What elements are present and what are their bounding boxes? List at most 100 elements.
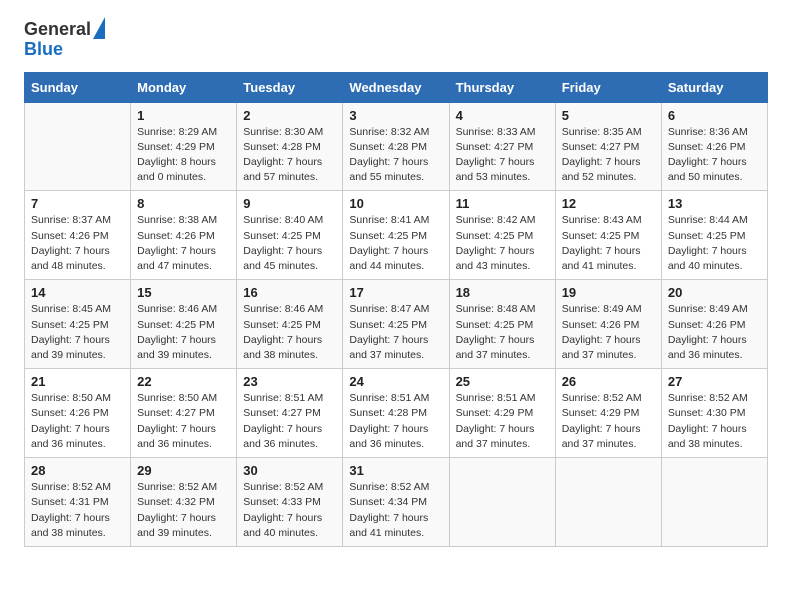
calendar-week-row: 1 Sunrise: 8:29 AMSunset: 4:29 PMDaylight… bbox=[25, 102, 768, 191]
day-number: 20 bbox=[668, 285, 761, 300]
calendar-cell: 22 Sunrise: 8:50 AMSunset: 4:27 PMDayligh… bbox=[131, 369, 237, 458]
day-number: 22 bbox=[137, 374, 230, 389]
day-info: Sunrise: 8:35 AMSunset: 4:27 PMDaylight:… bbox=[562, 125, 655, 186]
day-info: Sunrise: 8:52 AMSunset: 4:34 PMDaylight:… bbox=[349, 480, 442, 541]
calendar-cell: 3 Sunrise: 8:32 AMSunset: 4:28 PMDaylight… bbox=[343, 102, 449, 191]
day-info: Sunrise: 8:49 AMSunset: 4:26 PMDaylight:… bbox=[668, 302, 761, 363]
day-number: 21 bbox=[31, 374, 124, 389]
day-number: 23 bbox=[243, 374, 336, 389]
calendar-cell: 12 Sunrise: 8:43 AMSunset: 4:25 PMDayligh… bbox=[555, 191, 661, 280]
calendar-cell: 27Sunrise: 8:52 AMSunset: 4:30 PMDayligh… bbox=[661, 369, 767, 458]
column-header-sunday: Sunday bbox=[25, 72, 131, 102]
column-header-friday: Friday bbox=[555, 72, 661, 102]
calendar-cell: 6Sunrise: 8:36 AMSunset: 4:26 PMDaylight… bbox=[661, 102, 767, 191]
day-number: 8 bbox=[137, 196, 230, 211]
day-number: 28 bbox=[31, 463, 124, 478]
day-info: Sunrise: 8:43 AMSunset: 4:25 PMDaylight:… bbox=[562, 213, 655, 274]
column-header-tuesday: Tuesday bbox=[237, 72, 343, 102]
calendar-cell: 17 Sunrise: 8:47 AMSunset: 4:25 PMDayligh… bbox=[343, 280, 449, 369]
calendar-cell: 21 Sunrise: 8:50 AMSunset: 4:26 PMDayligh… bbox=[25, 369, 131, 458]
day-info: Sunrise: 8:33 AMSunset: 4:27 PMDaylight:… bbox=[456, 125, 549, 186]
day-info: Sunrise: 8:42 AMSunset: 4:25 PMDaylight:… bbox=[456, 213, 549, 274]
calendar-cell: 28 Sunrise: 8:52 AMSunset: 4:31 PMDayligh… bbox=[25, 458, 131, 547]
calendar-cell: 2Sunrise: 8:30 AMSunset: 4:28 PMDaylight… bbox=[237, 102, 343, 191]
header: General Blue bbox=[24, 20, 768, 60]
calendar-cell: 11Sunrise: 8:42 AMSunset: 4:25 PMDayligh… bbox=[449, 191, 555, 280]
calendar-cell: 24Sunrise: 8:51 AMSunset: 4:28 PMDayligh… bbox=[343, 369, 449, 458]
day-info: Sunrise: 8:37 AMSunset: 4:26 PMDaylight:… bbox=[31, 213, 124, 274]
calendar-cell: 26 Sunrise: 8:52 AMSunset: 4:29 PMDayligh… bbox=[555, 369, 661, 458]
logo: General Blue bbox=[24, 20, 105, 60]
logo-triangle-icon bbox=[93, 17, 105, 39]
column-header-saturday: Saturday bbox=[661, 72, 767, 102]
calendar-cell: 19 Sunrise: 8:49 AMSunset: 4:26 PMDayligh… bbox=[555, 280, 661, 369]
day-number: 7 bbox=[31, 196, 124, 211]
day-number: 14 bbox=[31, 285, 124, 300]
column-header-thursday: Thursday bbox=[449, 72, 555, 102]
calendar-cell: 5 Sunrise: 8:35 AMSunset: 4:27 PMDaylight… bbox=[555, 102, 661, 191]
calendar-week-row: 28 Sunrise: 8:52 AMSunset: 4:31 PMDayligh… bbox=[25, 458, 768, 547]
calendar-week-row: 21 Sunrise: 8:50 AMSunset: 4:26 PMDayligh… bbox=[25, 369, 768, 458]
day-number: 19 bbox=[562, 285, 655, 300]
calendar-cell: 14 Sunrise: 8:45 AMSunset: 4:25 PMDayligh… bbox=[25, 280, 131, 369]
day-info: Sunrise: 8:52 AMSunset: 4:29 PMDaylight:… bbox=[562, 391, 655, 452]
calendar-cell: 15 Sunrise: 8:46 AMSunset: 4:25 PMDayligh… bbox=[131, 280, 237, 369]
day-number: 30 bbox=[243, 463, 336, 478]
calendar-header-row: SundayMondayTuesdayWednesdayThursdayFrid… bbox=[25, 72, 768, 102]
calendar-cell: 30 Sunrise: 8:52 AMSunset: 4:33 PMDayligh… bbox=[237, 458, 343, 547]
column-header-monday: Monday bbox=[131, 72, 237, 102]
day-number: 18 bbox=[456, 285, 549, 300]
day-info: Sunrise: 8:52 AMSunset: 4:33 PMDaylight:… bbox=[243, 480, 336, 541]
day-info: Sunrise: 8:32 AMSunset: 4:28 PMDaylight:… bbox=[349, 125, 442, 186]
day-info: Sunrise: 8:46 AMSunset: 4:25 PMDaylight:… bbox=[137, 302, 230, 363]
day-number: 4 bbox=[456, 108, 549, 123]
calendar-cell bbox=[449, 458, 555, 547]
calendar-cell: 31 Sunrise: 8:52 AMSunset: 4:34 PMDayligh… bbox=[343, 458, 449, 547]
column-header-wednesday: Wednesday bbox=[343, 72, 449, 102]
day-number: 13 bbox=[668, 196, 761, 211]
day-number: 12 bbox=[562, 196, 655, 211]
day-number: 1 bbox=[137, 108, 230, 123]
day-info: Sunrise: 8:49 AMSunset: 4:26 PMDaylight:… bbox=[562, 302, 655, 363]
calendar-cell: 23 Sunrise: 8:51 AMSunset: 4:27 PMDayligh… bbox=[237, 369, 343, 458]
day-number: 5 bbox=[562, 108, 655, 123]
day-info: Sunrise: 8:40 AMSunset: 4:25 PMDaylight:… bbox=[243, 213, 336, 274]
day-number: 3 bbox=[349, 108, 442, 123]
day-number: 17 bbox=[349, 285, 442, 300]
day-info: Sunrise: 8:52 AMSunset: 4:32 PMDaylight:… bbox=[137, 480, 230, 541]
day-info: Sunrise: 8:51 AMSunset: 4:29 PMDaylight:… bbox=[456, 391, 549, 452]
calendar-cell: 7 Sunrise: 8:37 AMSunset: 4:26 PMDaylight… bbox=[25, 191, 131, 280]
calendar-cell: 9 Sunrise: 8:40 AMSunset: 4:25 PMDaylight… bbox=[237, 191, 343, 280]
day-info: Sunrise: 8:51 AMSunset: 4:28 PMDaylight:… bbox=[349, 391, 442, 452]
day-number: 27 bbox=[668, 374, 761, 389]
calendar-cell: 10Sunrise: 8:41 AMSunset: 4:25 PMDayligh… bbox=[343, 191, 449, 280]
calendar-cell: 8 Sunrise: 8:38 AMSunset: 4:26 PMDaylight… bbox=[131, 191, 237, 280]
calendar-cell: 25Sunrise: 8:51 AMSunset: 4:29 PMDayligh… bbox=[449, 369, 555, 458]
calendar-cell: 16Sunrise: 8:46 AMSunset: 4:25 PMDayligh… bbox=[237, 280, 343, 369]
day-number: 29 bbox=[137, 463, 230, 478]
day-info: Sunrise: 8:52 AMSunset: 4:31 PMDaylight:… bbox=[31, 480, 124, 541]
calendar-cell: 13 Sunrise: 8:44 AMSunset: 4:25 PMDayligh… bbox=[661, 191, 767, 280]
day-info: Sunrise: 8:38 AMSunset: 4:26 PMDaylight:… bbox=[137, 213, 230, 274]
day-info: Sunrise: 8:44 AMSunset: 4:25 PMDaylight:… bbox=[668, 213, 761, 274]
day-info: Sunrise: 8:41 AMSunset: 4:25 PMDaylight:… bbox=[349, 213, 442, 274]
day-info: Sunrise: 8:29 AMSunset: 4:29 PMDaylight:… bbox=[137, 125, 230, 186]
calendar-cell bbox=[25, 102, 131, 191]
logo-general-text: General bbox=[24, 20, 91, 40]
day-info: Sunrise: 8:47 AMSunset: 4:25 PMDaylight:… bbox=[349, 302, 442, 363]
day-number: 31 bbox=[349, 463, 442, 478]
day-info: Sunrise: 8:51 AMSunset: 4:27 PMDaylight:… bbox=[243, 391, 336, 452]
day-info: Sunrise: 8:45 AMSunset: 4:25 PMDaylight:… bbox=[31, 302, 124, 363]
day-info: Sunrise: 8:50 AMSunset: 4:26 PMDaylight:… bbox=[31, 391, 124, 452]
day-number: 15 bbox=[137, 285, 230, 300]
calendar-cell: 4 Sunrise: 8:33 AMSunset: 4:27 PMDaylight… bbox=[449, 102, 555, 191]
calendar-cell: 29 Sunrise: 8:52 AMSunset: 4:32 PMDayligh… bbox=[131, 458, 237, 547]
day-info: Sunrise: 8:46 AMSunset: 4:25 PMDaylight:… bbox=[243, 302, 336, 363]
day-number: 26 bbox=[562, 374, 655, 389]
calendar-cell: 18 Sunrise: 8:48 AMSunset: 4:25 PMDayligh… bbox=[449, 280, 555, 369]
day-info: Sunrise: 8:48 AMSunset: 4:25 PMDaylight:… bbox=[456, 302, 549, 363]
day-info: Sunrise: 8:50 AMSunset: 4:27 PMDaylight:… bbox=[137, 391, 230, 452]
calendar-cell bbox=[555, 458, 661, 547]
day-number: 9 bbox=[243, 196, 336, 211]
calendar-cell: 20 Sunrise: 8:49 AMSunset: 4:26 PMDayligh… bbox=[661, 280, 767, 369]
